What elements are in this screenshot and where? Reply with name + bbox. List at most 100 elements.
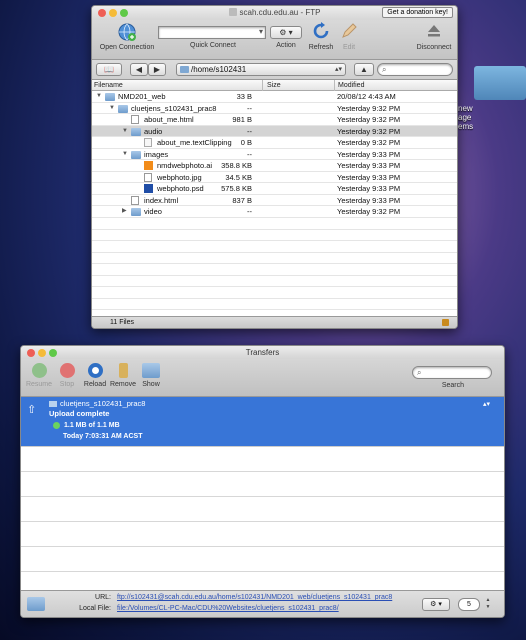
empty-row (21, 497, 504, 522)
zoom-button[interactable] (49, 349, 57, 357)
close-button[interactable] (27, 349, 35, 357)
html-file-icon (131, 115, 139, 125)
file-size: 575.8 KB (221, 184, 252, 194)
resume-button[interactable]: Resume (25, 363, 53, 388)
empty-row (92, 253, 457, 265)
file-size: -- (247, 103, 252, 113)
transfers-window: Transfers Resume Stop Reload Remove Show… (20, 345, 505, 618)
file-name: video (144, 207, 162, 217)
local-file-link[interactable]: file:/Volumes/CL-PC-Mac/CDU%20Websites/c… (117, 605, 339, 612)
play-icon (31, 363, 47, 378)
refresh-button[interactable]: Refresh (306, 22, 336, 51)
donation-key-button[interactable]: Get a donation key! (382, 7, 453, 18)
bandwidth-menu[interactable]: ⚙ ▾ (422, 598, 450, 611)
folder-icon (131, 150, 141, 159)
file-modified: Yesterday 9:33 PM (337, 172, 401, 182)
file-row[interactable]: nmdwebphoto.ai 358.8 KB Yesterday 9:33 PM (92, 160, 457, 172)
eject-icon (428, 25, 440, 37)
column-header: Filename Size Modified (92, 80, 457, 91)
file-row[interactable]: webphoto.psd 575.8 KB Yesterday 9:33 PM (92, 183, 457, 195)
file-size: 33 B (236, 92, 252, 101)
status-bar: 11 Files (92, 316, 457, 328)
file-row[interactable]: ▼ NMD201_web 33 B 20/08/12 4:43 AM (92, 91, 457, 103)
forward-button[interactable]: ▶ (148, 63, 166, 76)
clip-file-icon (144, 138, 152, 148)
show-button[interactable]: Show (137, 363, 165, 388)
desktop-label-line: new (458, 104, 473, 113)
window-titlebar[interactable]: Transfers (21, 346, 504, 359)
empty-row (92, 299, 457, 311)
gear-icon[interactable]: ⚙ ▾ (270, 26, 302, 39)
file-size: -- (247, 207, 252, 217)
bookmarks-icon[interactable]: 📖 (96, 63, 122, 76)
resume-label: Resume (25, 381, 53, 388)
file-row[interactable]: ▼ cluetjens_s102431_prac8 -- Yesterday 9:32… (92, 103, 457, 115)
empty-row (92, 218, 457, 230)
current-path: /home/s102431 (191, 65, 247, 74)
url-label: URL: (95, 594, 111, 601)
disconnect-button[interactable]: Disconnect (412, 22, 456, 51)
parent-directory-button[interactable]: ▲ (354, 63, 374, 76)
disclosure-closed-icon[interactable]: ▶ (122, 206, 127, 218)
file-name: index.html (144, 195, 179, 205)
stop-button[interactable]: Stop (53, 363, 81, 388)
minimize-button[interactable] (38, 349, 46, 357)
reload-button[interactable]: Reload (81, 363, 109, 388)
open-connection-button[interactable]: Open Connection (96, 22, 158, 51)
transfer-time: Today 7:03:31 AM ACST (63, 433, 143, 440)
globe-icon (118, 23, 136, 41)
edit-button[interactable]: Edit (338, 22, 360, 51)
jpg-file-icon (144, 172, 152, 182)
window-titlebar[interactable]: scah.cdu.edu.au - FTP Get a donation key… (92, 6, 457, 20)
close-button[interactable] (98, 9, 106, 17)
disclosure-open-icon[interactable]: ▼ (109, 103, 115, 115)
back-button[interactable]: ◀ (130, 63, 148, 76)
filename-column-header[interactable]: Filename (94, 80, 123, 91)
file-size: 981 B (232, 115, 252, 125)
file-row[interactable]: about_me.textClipping 0 B Yesterday 9:32 P… (92, 137, 457, 149)
folder-icon (105, 93, 115, 101)
file-row[interactable]: index.html 837 B Yesterday 9:33 PM (92, 195, 457, 207)
file-name: NMD201_web (118, 92, 166, 101)
path-selector[interactable]: /home/s102431 ▴▾ (176, 63, 346, 76)
remove-button[interactable]: Remove (109, 363, 137, 388)
quick-connect-field[interactable] (158, 26, 266, 39)
stop-label: Stop (59, 381, 75, 388)
file-row[interactable]: ▼ audio -- Yesterday 9:32 PM (92, 125, 457, 138)
disclosure-open-icon[interactable]: ▼ (122, 126, 128, 138)
chevron-updown-icon[interactable]: ▴▾ (483, 400, 490, 408)
desktop-folder-icon[interactable] (474, 66, 526, 100)
disclosure-open-icon[interactable]: ▼ (122, 149, 128, 161)
broom-icon (118, 363, 128, 378)
empty-row (21, 547, 504, 572)
modified-column-header[interactable]: Modified (338, 80, 364, 91)
transfers-search-input[interactable]: ⌕ (412, 366, 492, 379)
url-link[interactable]: ftp://s102431@scah.cdu.edu.au/home/s1024… (117, 594, 392, 601)
file-row[interactable]: ▼ images -- Yesterday 9:33 PM (92, 149, 457, 161)
transfer-details-bar: URL: ftp://s102431@scah.cdu.edu.au/home/… (21, 590, 504, 617)
quick-connect-control[interactable]: Quick Connect (158, 22, 268, 49)
minimize-button[interactable] (109, 9, 117, 17)
file-name: nmdwebphoto.ai (157, 161, 213, 171)
file-row[interactable]: ▶ video -- Yesterday 9:32 PM (92, 206, 457, 219)
reload-icon (87, 363, 103, 378)
size-column-header[interactable]: Size (267, 80, 281, 91)
open-connection-label: Open Connection (99, 44, 155, 51)
file-modified: Yesterday 9:32 PM (337, 115, 401, 125)
zoom-button[interactable] (120, 9, 128, 17)
file-size: 0 B (240, 138, 252, 148)
search-label: Search (441, 382, 464, 389)
empty-row (92, 276, 457, 288)
file-row[interactable]: about_me.html 981 B Yesterday 9:32 PM (92, 114, 457, 126)
connections-stepper[interactable]: ▲ ▼ (484, 597, 492, 612)
transfers-list: ⇧ cluetjens_s102431_prac8 Upload complet… (21, 397, 504, 572)
file-row[interactable]: webphoto.jpg 34.5 KB Yesterday 9:33 PM (92, 172, 457, 184)
action-menu[interactable]: ⚙ ▾ Action (268, 22, 304, 49)
file-name: audio (144, 126, 163, 136)
connections-field[interactable]: 5 (458, 598, 480, 611)
window-title: Transfers (245, 348, 280, 357)
empty-row (21, 522, 504, 547)
transfer-item[interactable]: ⇧ cluetjens_s102431_prac8 Upload complet… (21, 397, 504, 447)
search-input[interactable]: ⌕ (377, 63, 453, 76)
disclosure-open-icon[interactable]: ▼ (96, 91, 102, 103)
